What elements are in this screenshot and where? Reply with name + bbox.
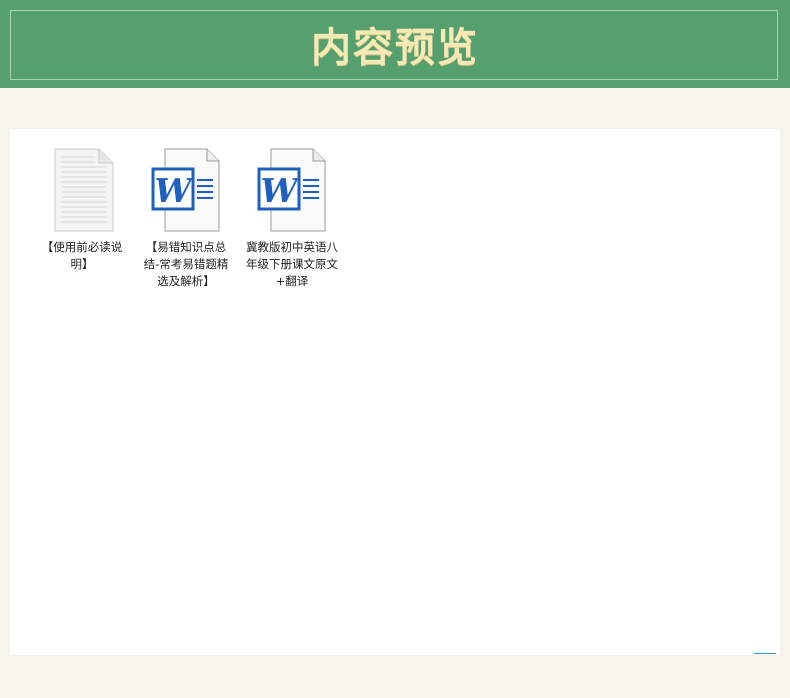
- svg-text:W: W: [154, 171, 194, 210]
- file-item-textbook-translation[interactable]: W 冀教版初中英语八年级下册课文原文+翻译: [244, 147, 340, 290]
- file-name: 【使用前必读说明】: [41, 240, 123, 271]
- file-preview-panel: 【使用前必读说明】 W 【易错知识点总结-常考易错题精选及解析】 W 冀教版初中…: [10, 129, 780, 655]
- page-title: 内容预览: [311, 24, 479, 71]
- file-item-mistakes-summary[interactable]: W 【易错知识点总结-常考易错题精选及解析】: [138, 147, 234, 290]
- text-document-icon: [54, 148, 114, 232]
- svg-text:W: W: [260, 171, 300, 210]
- word-document-icon: W: [257, 148, 326, 232]
- file-item-readme[interactable]: 【使用前必读说明】: [34, 147, 130, 273]
- file-name: 冀教版初中英语八年级下册课文原文+翻译: [246, 240, 338, 288]
- word-document-icon: W: [151, 148, 220, 232]
- corner-line: [754, 653, 776, 654]
- file-name: 【易错知识点总结-常考易错题精选及解析】: [143, 240, 229, 288]
